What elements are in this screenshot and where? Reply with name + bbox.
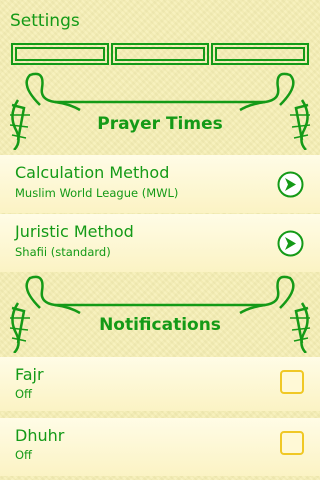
- calculation-method-row[interactable]: Calculation Method Muslim World League (…: [0, 155, 320, 213]
- juristic-method-row[interactable]: Juristic Method Shafii (standard): [0, 214, 320, 272]
- dhuhr-title: Dhuhr: [15, 426, 65, 445]
- dhuhr-value: Off: [15, 448, 32, 462]
- ornament-icon: [9, 72, 311, 150]
- arrow-right-icon[interactable]: [277, 230, 304, 257]
- ornament-icon: [9, 275, 311, 353]
- juristic-method-value: Shafii (standard): [15, 245, 111, 259]
- page-title: Settings: [10, 11, 80, 31]
- title-bar: Settings: [0, 0, 320, 38]
- notifications-header: Notifications: [0, 273, 320, 353]
- arrow-right-icon[interactable]: [277, 171, 304, 198]
- calculation-method-value: Muslim World League (MWL): [15, 186, 179, 200]
- juristic-method-title: Juristic Method: [15, 222, 134, 241]
- section-title-prayer-times: Prayer Times: [97, 114, 223, 134]
- decorative-border: [11, 43, 309, 65]
- fajr-title: Fajr: [15, 365, 44, 384]
- prayer-times-header: Prayer Times: [0, 70, 320, 150]
- fajr-notification-row[interactable]: Fajr Off: [0, 357, 320, 411]
- section-title-notifications: Notifications: [99, 315, 221, 335]
- fajr-checkbox[interactable]: [280, 370, 304, 394]
- dhuhr-notification-row[interactable]: Dhuhr Off: [0, 418, 320, 476]
- fajr-value: Off: [15, 387, 32, 401]
- dhuhr-checkbox[interactable]: [280, 431, 304, 455]
- calculation-method-title: Calculation Method: [15, 163, 170, 182]
